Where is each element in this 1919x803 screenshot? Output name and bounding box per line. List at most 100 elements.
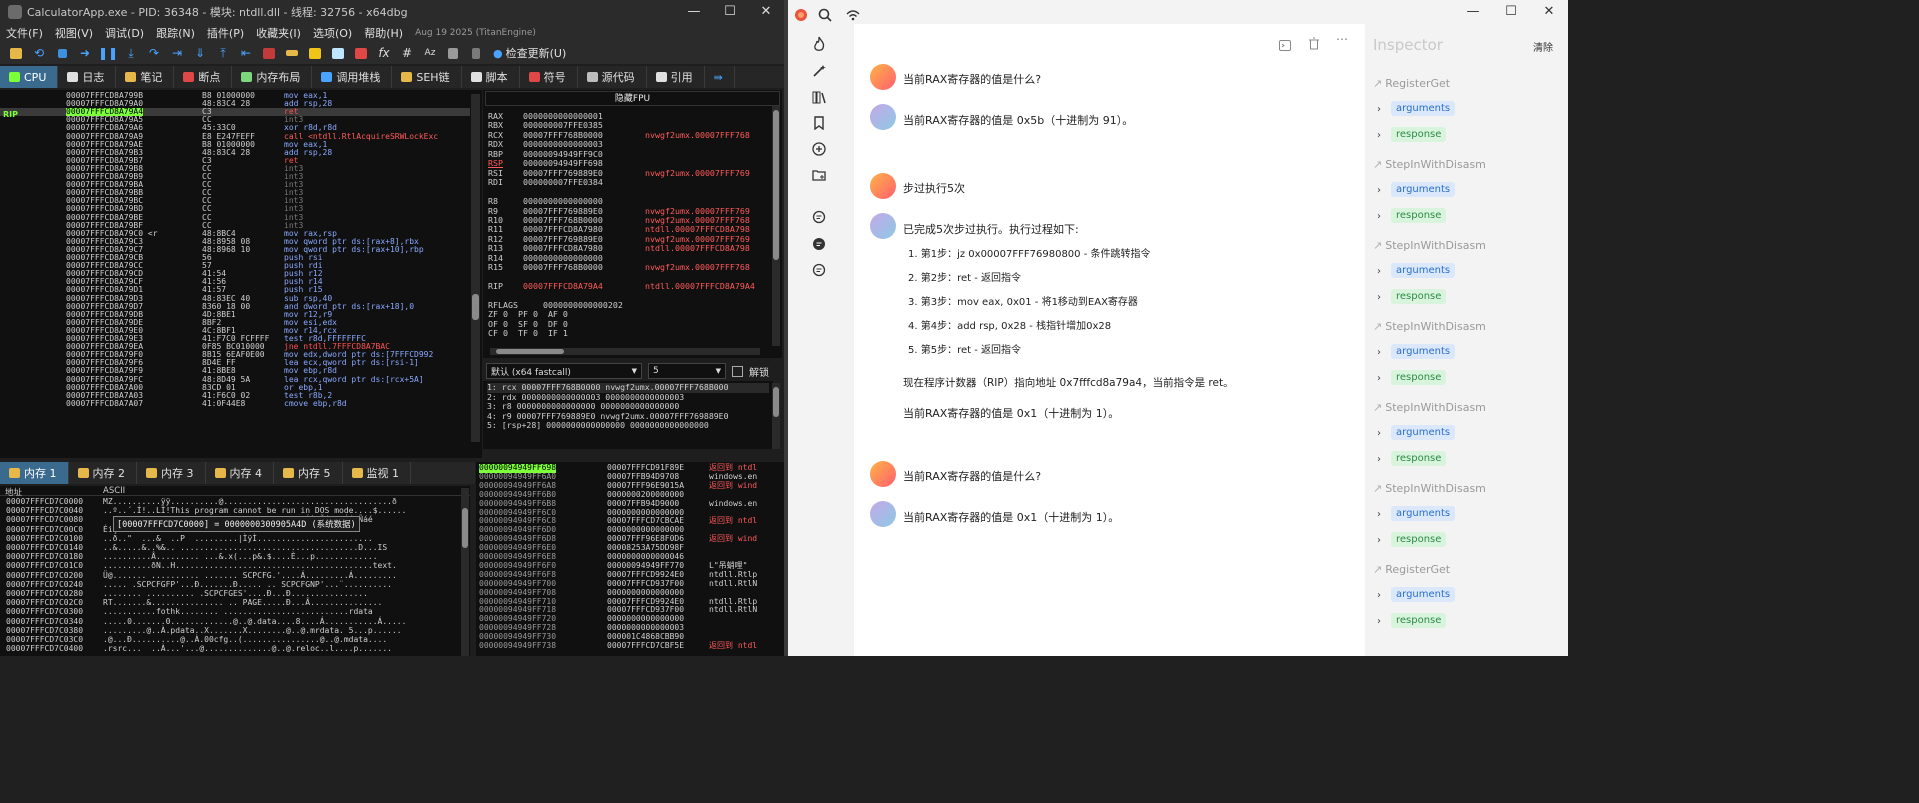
wifi-icon[interactable]	[844, 6, 862, 24]
trace-into-icon[interactable]: ⇥	[167, 44, 187, 62]
stack-row[interactable]: 00000094949FF708 0000000000000000	[476, 588, 776, 598]
response-pill[interactable]: response	[1391, 451, 1447, 466]
chevron-right-icon[interactable]: ›	[1377, 509, 1381, 520]
fire-icon[interactable]	[810, 35, 828, 53]
chevron-right-icon[interactable]: ›	[1377, 454, 1381, 465]
menu-trace[interactable]: 跟踪(N)	[150, 25, 201, 41]
dump-row[interactable]: 00007FFFCD7C0340 .....0.......0..........…	[0, 617, 460, 627]
stack-row[interactable]: 00000094949FF738 00007FFFCD7CBF5E 返回到 ntdl	[476, 641, 776, 651]
dump-row[interactable]: 00007FFFCD7C0200 Ü@....... .......... ...…	[0, 571, 460, 581]
arguments-pill[interactable]: arguments	[1391, 344, 1456, 359]
run-icon[interactable]: ➜	[75, 44, 95, 62]
inspector-call[interactable]: ↗ StepInWithDisasm	[1373, 482, 1486, 495]
inspector-call[interactable]: ↗ StepInWithDisasm	[1373, 401, 1486, 414]
tab-call-stack[interactable]: 调用堆栈	[312, 66, 393, 88]
menu-favourites[interactable]: 收藏夹(I)	[250, 25, 307, 41]
response-pill[interactable]: response	[1391, 127, 1447, 142]
tab-log[interactable]: 日志	[58, 66, 117, 88]
tab-source[interactable]: 源代码	[578, 66, 647, 88]
menu-file[interactable]: 文件(F)	[0, 25, 49, 41]
stack-row[interactable]: 00000094949FF700 00007FFFCD937F00 ntdll.Rt…	[476, 579, 776, 589]
tab-memory-3[interactable]: 内存 3	[137, 462, 206, 484]
chat-icon[interactable]	[810, 261, 828, 279]
arguments-pill[interactable]: arguments	[1391, 263, 1456, 278]
tab-references[interactable]: 引用	[647, 66, 705, 88]
chevron-right-icon[interactable]: ›	[1377, 373, 1381, 384]
help-icon[interactable]	[466, 44, 486, 62]
arguments-pill[interactable]: arguments	[1391, 506, 1456, 521]
execute-till-return-icon[interactable]: ⇤	[236, 44, 256, 62]
hide-fpu-button[interactable]: 隐藏FPU	[485, 91, 780, 106]
tab-memory-4[interactable]: 内存 4	[206, 462, 274, 484]
chat-close-button[interactable]: ✕	[1530, 0, 1568, 24]
chat-history-icon[interactable]	[810, 208, 828, 226]
check-update-button[interactable]: ● 检查更新(U)	[489, 45, 570, 61]
maximize-button[interactable]: ☐	[712, 0, 748, 24]
tab-cpu[interactable]: CPU	[0, 66, 59, 88]
stack-row[interactable]: 00000094949FF6B8 00007FFB94D9000 windows.e…	[476, 499, 776, 509]
font-icon[interactable]: Az	[420, 44, 440, 62]
add-folder-icon[interactable]	[810, 166, 828, 184]
chevron-right-icon[interactable]: ›	[1377, 535, 1381, 546]
arguments-pill[interactable]: arguments	[1391, 587, 1456, 602]
chevron-right-icon[interactable]: ›	[1377, 428, 1381, 439]
chevron-right-icon[interactable]: ›	[1377, 347, 1381, 358]
open-icon[interactable]	[6, 44, 26, 62]
disasm-scrollbar[interactable]	[471, 94, 480, 442]
calculator-icon[interactable]	[443, 44, 463, 62]
registers-view[interactable]: 隐藏FPU RAX 0000000000000001 RBX 000000007FFE…	[483, 90, 782, 358]
call-convention-select[interactable]: 默认 (x64 fastcall) ▼	[486, 363, 642, 379]
add-chat-icon[interactable]	[810, 140, 828, 158]
inspector-call[interactable]: ↗ RegisterGet	[1373, 77, 1450, 90]
chevron-right-icon[interactable]: ›	[1377, 266, 1381, 277]
stack-view[interactable]: 00000094949FF698 00007FFFCD91F89E 返回到 ntdl…	[476, 462, 784, 656]
arg-count-spin[interactable]: 5 ▼	[648, 363, 726, 379]
search-icon[interactable]	[816, 6, 834, 24]
dump-scrollbar[interactable]	[461, 488, 469, 656]
chevron-right-icon[interactable]: ›	[1377, 292, 1381, 303]
pause-icon[interactable]: ❚❚	[98, 44, 118, 62]
bookmark-icon[interactable]	[351, 44, 371, 62]
tabs-overflow-icon[interactable]: ⇛	[705, 66, 735, 88]
unlock-checkbox[interactable]	[732, 365, 743, 377]
trace-over-icon[interactable]: ⇓	[190, 44, 210, 62]
inspector-call[interactable]: ↗ StepInWithDisasm	[1373, 320, 1486, 333]
arguments-pill[interactable]: arguments	[1391, 425, 1456, 440]
tab-memory-map[interactable]: 内存布局	[232, 66, 313, 88]
register-row[interactable]: RDI 000000007FFE0384	[488, 177, 768, 187]
response-pill[interactable]: response	[1391, 613, 1447, 628]
scylla-icon[interactable]	[259, 44, 279, 62]
tab-memory-1[interactable]: 内存 1	[0, 462, 69, 484]
chat-minimize-button[interactable]: —	[1454, 0, 1492, 24]
function-icon[interactable]: fx	[374, 44, 394, 62]
chat-active-icon[interactable]	[810, 235, 828, 253]
stack-row[interactable]: 00000094949FF6B0 0000000200000000	[476, 490, 776, 500]
tab-watch-1[interactable]: 监视 1	[343, 462, 411, 484]
restart-icon[interactable]: ⟲	[29, 44, 49, 62]
comment-icon[interactable]	[305, 44, 325, 62]
tab-breakpoints[interactable]: 断点	[174, 66, 233, 88]
memory-dump-view[interactable]: 地址 ASCII 00007FFFCD7C0000 MZ..........ÿÿ.…	[0, 486, 470, 656]
menu-plugins[interactable]: 插件(P)	[201, 25, 250, 41]
run-to-user-icon[interactable]: ⤒	[213, 44, 233, 62]
response-pill[interactable]: response	[1391, 532, 1447, 547]
dump-row[interactable]: 00007FFFCD7C0300 ...........fothk........…	[0, 608, 460, 617]
arguments-pill[interactable]: arguments	[1391, 182, 1456, 197]
menu-view[interactable]: 视图(V)	[49, 25, 99, 41]
inspector-call[interactable]: ↗ StepInWithDisasm	[1373, 239, 1486, 252]
stop-icon[interactable]	[52, 44, 72, 62]
dump-row[interactable]: 00007FFFCD7C0400 .rsrc... ..À...'...@....…	[0, 645, 460, 654]
tab-notes[interactable]: 笔记	[116, 66, 175, 88]
register-row[interactable]: RIP 00007FFFCD8A79A4 ntdll.00007FFFCD8A79A…	[488, 281, 768, 291]
tab-symbols[interactable]: 符号	[520, 66, 578, 88]
step-into-icon[interactable]: ⤓	[121, 44, 141, 62]
menu-help[interactable]: 帮助(H)	[358, 25, 409, 41]
hash-icon[interactable]: #	[397, 44, 417, 62]
chat-maximize-button[interactable]: ☐	[1492, 0, 1530, 24]
tab-seh[interactable]: SEH链	[392, 66, 462, 88]
tab-memory-2[interactable]: 内存 2	[69, 462, 137, 484]
argument-row[interactable]: 5: [rsp+28] 0000000000000000 00000000000…	[487, 420, 769, 431]
args-scrollbar[interactable]	[772, 383, 780, 449]
chevron-right-icon[interactable]: ›	[1377, 616, 1381, 627]
arguments-view[interactable]: 1: rcx 00007FFF768B0000 nvwgf2umx.00007F…	[483, 381, 773, 449]
